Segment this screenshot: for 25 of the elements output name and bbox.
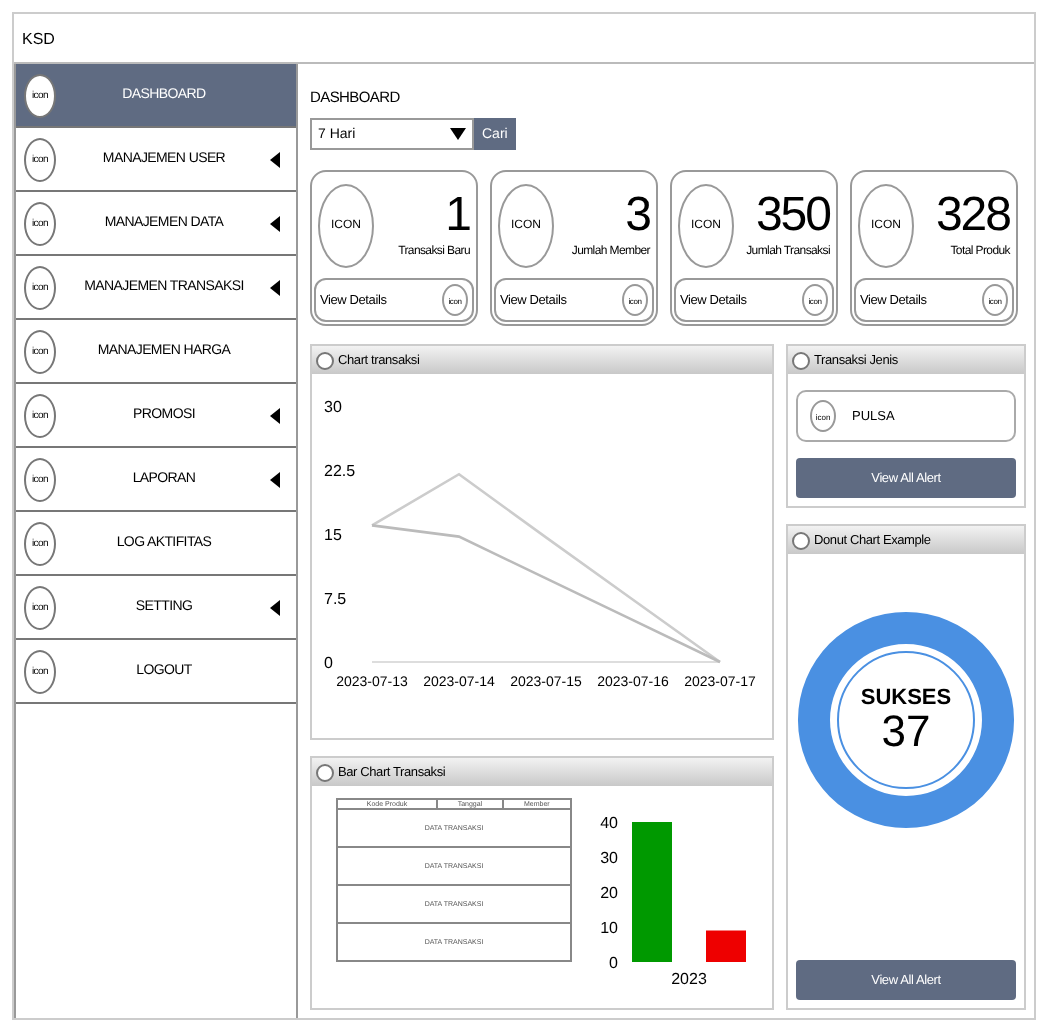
bar: [632, 822, 672, 962]
axis-tick-label: 10: [600, 919, 618, 937]
collapse-icon[interactable]: [792, 351, 810, 369]
axis-tick-label: 2023: [671, 970, 707, 988]
donut-label: SUKSES: [860, 686, 952, 710]
axis-tick-label: 7.5: [324, 590, 347, 608]
app-title: KSD: [22, 29, 55, 47]
axis-tick-label: 30: [324, 398, 342, 416]
collapse-icon[interactable]: [316, 351, 334, 369]
axis-tick-label: 0: [609, 954, 618, 972]
axis-tick-label: 22.5: [324, 462, 356, 480]
axis-tick-label: 15: [324, 526, 342, 544]
axis-tick-label: 40: [600, 814, 618, 832]
dropdown-caret-icon: [450, 128, 466, 140]
bar: [706, 930, 746, 962]
donut-value: 37: [881, 710, 931, 754]
axis-tick-label: 30: [600, 849, 618, 867]
stat-value: 3: [625, 192, 650, 240]
stat-value: 328: [935, 192, 1010, 240]
collapse-icon[interactable]: [792, 531, 810, 549]
axis-tick-label: 0: [324, 654, 333, 672]
stat-value: 350: [755, 192, 830, 240]
axis-tick-label: 20: [600, 884, 618, 902]
stat-value: 1: [445, 192, 470, 240]
collapse-icon[interactable]: [316, 763, 334, 781]
